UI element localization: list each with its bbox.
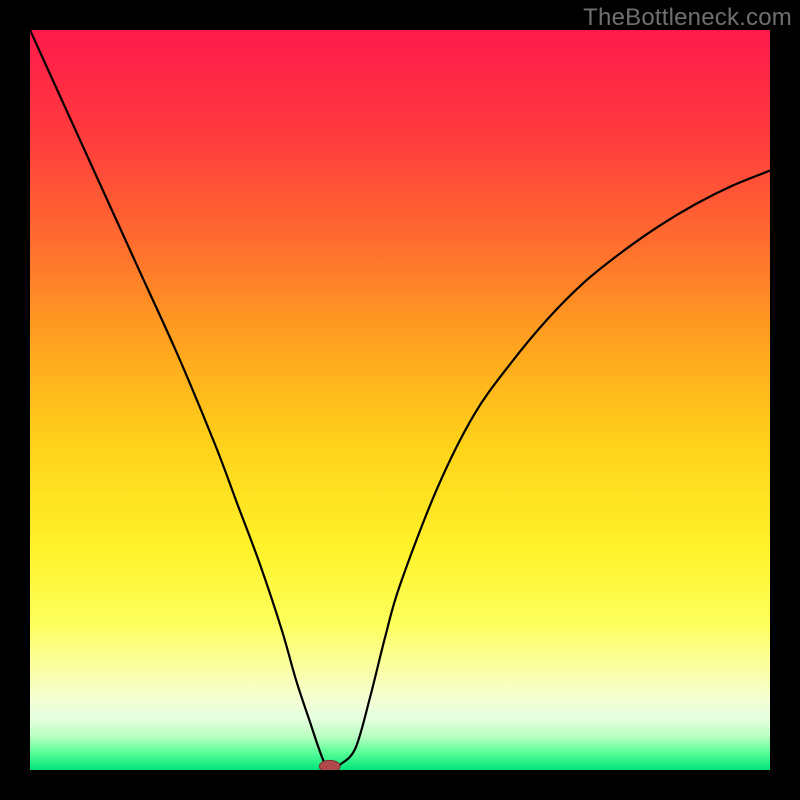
optimum-marker xyxy=(319,760,340,770)
plot-area xyxy=(30,30,770,770)
chart-frame: TheBottleneck.com xyxy=(0,0,800,800)
gradient-background xyxy=(30,30,770,770)
watermark-text: TheBottleneck.com xyxy=(583,4,792,32)
chart-svg xyxy=(30,30,770,770)
